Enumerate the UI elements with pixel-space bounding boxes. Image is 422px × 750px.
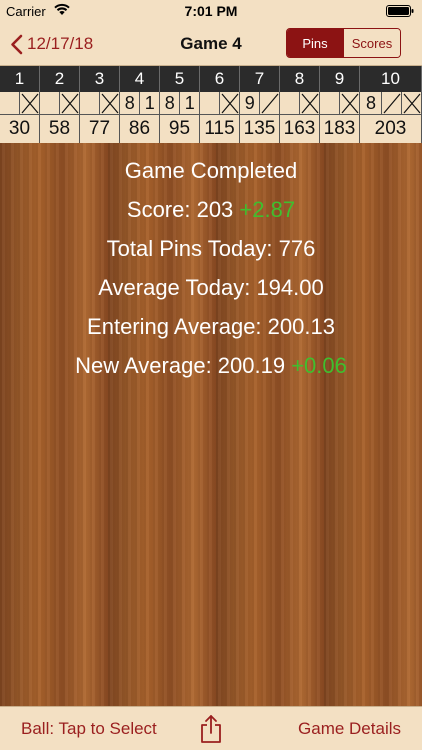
frame-totals-row: 30 58 77 86 95 115 135 163 183 203 <box>0 115 422 143</box>
roll-mark: 9 <box>244 93 255 113</box>
game-summary: Game Completed Score: 203 +2.87 Total Pi… <box>0 158 422 392</box>
roll-mark <box>0 92 19 115</box>
roll-mark <box>320 92 339 115</box>
frame-marks[interactable] <box>80 92 120 115</box>
roll-mark <box>280 92 299 115</box>
roll-mark <box>200 92 219 115</box>
strike-mark <box>59 92 79 115</box>
score-label: Score: 203 <box>126 197 234 222</box>
battery-icon <box>386 5 414 17</box>
segment-pins[interactable]: Pins <box>287 29 343 57</box>
frame-total: 95 <box>160 115 200 143</box>
strike-mark <box>401 92 421 115</box>
spare-mark <box>259 92 279 115</box>
roll-mark: 8 <box>124 93 135 113</box>
strike-mark <box>299 92 319 115</box>
roll-mark: 8 <box>365 93 376 113</box>
frame-marks[interactable] <box>0 92 40 115</box>
frame-number: 3 <box>80 66 120 92</box>
view-segmented-control: Pins Scores <box>286 28 401 58</box>
navigation-bar: 12/17/18 Game 4 Pins Scores <box>0 22 422 66</box>
frame-total: 183 <box>320 115 360 143</box>
back-label: 12/17/18 <box>27 34 94 53</box>
frame-marks[interactable] <box>200 92 240 115</box>
status-bar: Carrier 7:01 PM <box>0 0 422 22</box>
frame-marks[interactable] <box>320 92 360 115</box>
share-icon[interactable] <box>199 714 223 744</box>
frame-number: 7 <box>240 66 280 92</box>
frame-number: 9 <box>320 66 360 92</box>
score-sheet: 1 2 3 4 5 6 7 8 9 10 818198 30 58 77 86 95 115 135 163 18… <box>0 66 422 143</box>
chevron-left-icon <box>11 34 23 54</box>
new-average-delta: +0.06 <box>291 353 347 378</box>
frame-total: 77 <box>80 115 120 143</box>
entering-average-line: Entering Average: 200.13 <box>87 314 335 339</box>
frame-number: 10 <box>360 66 422 92</box>
spare-mark <box>381 92 401 115</box>
strike-mark <box>339 92 359 115</box>
new-average-line: New Average: 200.19 +0.06 <box>0 353 422 392</box>
frame-marks[interactable] <box>40 92 80 115</box>
frame-marks[interactable]: 81 <box>120 92 160 115</box>
back-button[interactable]: 12/17/18 <box>10 31 93 57</box>
frame-total: 58 <box>40 115 80 143</box>
total-pins-line: Total Pins Today: 776 <box>106 236 316 261</box>
score-line: Score: 203 +2.87 <box>0 197 422 236</box>
frame-marks[interactable]: 81 <box>160 92 200 115</box>
segment-scores[interactable]: Scores <box>343 29 400 57</box>
clock: 7:01 PM <box>184 3 238 19</box>
frame-total: 135 <box>240 115 280 143</box>
frame-total: 115 <box>200 115 240 143</box>
frame-number: 2 <box>40 66 80 92</box>
average-today-line: Average Today: 194.00 <box>98 275 324 300</box>
roll-mark <box>40 92 59 115</box>
score-delta: +2.87 <box>239 197 296 222</box>
frame-marks[interactable] <box>280 92 320 115</box>
strike-mark <box>99 92 119 115</box>
frame-total: 30 <box>0 115 40 143</box>
new-average-label: New Average: 200.19 <box>75 353 286 378</box>
game-details-button[interactable]: Game Details <box>298 719 401 739</box>
frame-marks[interactable]: 9 <box>240 92 280 115</box>
frame-total: 86 <box>120 115 160 143</box>
frame-number: 5 <box>160 66 200 92</box>
frame-total: 203 <box>360 115 422 143</box>
bottom-toolbar: Ball: Tap to Select Game Details <box>0 706 422 750</box>
frame-number-row: 1 2 3 4 5 6 7 8 9 10 <box>0 66 422 92</box>
ball-select-button[interactable]: Ball: Tap to Select <box>21 719 157 739</box>
frame-number: 4 <box>120 66 160 92</box>
frame-total: 163 <box>280 115 320 143</box>
summary-title: Game Completed <box>124 158 298 183</box>
frame-marks[interactable]: 8 <box>360 92 422 115</box>
roll-mark: 1 <box>139 92 159 115</box>
strike-mark <box>219 92 239 115</box>
roll-mark: 1 <box>179 92 199 115</box>
roll-mark <box>80 92 99 115</box>
frame-marks-row: 818198 <box>0 92 422 115</box>
roll-mark: 8 <box>164 93 175 113</box>
frame-number: 6 <box>200 66 240 92</box>
frame-number: 8 <box>280 66 320 92</box>
frame-number: 1 <box>0 66 40 92</box>
strike-mark <box>19 92 39 115</box>
